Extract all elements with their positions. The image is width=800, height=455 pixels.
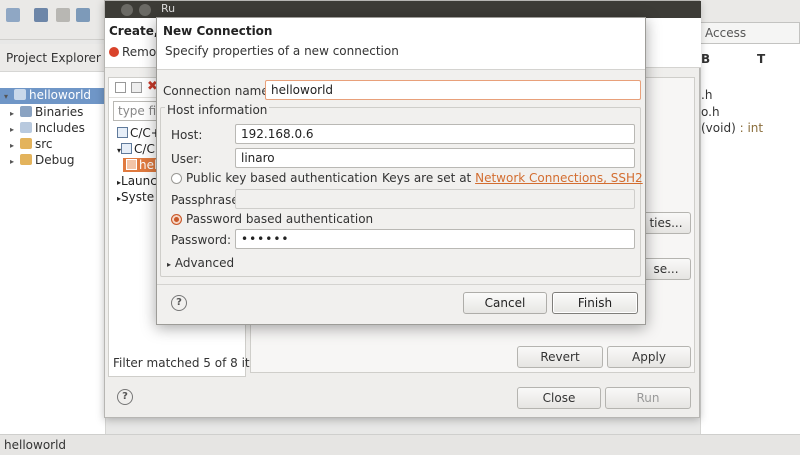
cancel-button[interactable]: Cancel <box>463 292 547 314</box>
connection-name-label: Connection name: <box>163 84 273 98</box>
tree-item-src[interactable]: ▸ src <box>10 137 53 153</box>
password-auth-label: Password based authentication <box>186 212 374 226</box>
new-config-icon[interactable] <box>115 82 126 93</box>
user-field[interactable]: linaro <box>235 148 635 168</box>
passphrase-field[interactable] <box>235 189 635 209</box>
advanced-expander[interactable]: ▸ Advanced <box>167 256 234 270</box>
outline-panel: B T .h o.h (void) : int <box>700 44 800 434</box>
run-dialog-title: Ru <box>161 2 176 15</box>
help-icon[interactable]: ? <box>171 295 187 311</box>
c-config-icon <box>126 159 137 170</box>
print-icon[interactable] <box>56 8 70 22</box>
properties-button[interactable]: ties... <box>641 212 691 234</box>
passphrase-label: Passphrase: <box>171 193 243 207</box>
project-explorer-tab[interactable]: Project Explorer <box>0 44 106 72</box>
outline-item[interactable]: o.h <box>701 105 720 119</box>
outline-toolbar-t[interactable]: T <box>757 52 765 66</box>
apply-button[interactable]: Apply <box>607 346 691 368</box>
close-button[interactable]: Close <box>517 387 601 409</box>
advanced-label: Advanced <box>174 256 235 270</box>
config-type-label: Syste <box>121 190 155 204</box>
outline-toolbar-b[interactable]: B <box>701 52 710 66</box>
outline-item[interactable]: (void) : int <box>701 121 763 135</box>
public-key-auth-radio[interactable] <box>171 173 182 184</box>
new-icon[interactable] <box>6 8 20 22</box>
footer-separator <box>157 284 645 285</box>
tree-item-debug[interactable]: ▸ Debug <box>10 153 74 169</box>
expand-arrow-icon: ▸ <box>167 260 172 269</box>
help-icon[interactable]: ? <box>117 389 133 405</box>
project-icon <box>14 89 26 100</box>
status-bar: helloworld <box>0 434 800 455</box>
expand-arrow-icon[interactable]: ▸ <box>10 109 20 118</box>
tree-item-label: Binaries <box>35 105 84 119</box>
keys-info-text: Keys are set at <box>382 171 472 185</box>
config-type-launch-group[interactable]: ▸Launc <box>117 174 157 188</box>
password-auth-radio[interactable] <box>171 214 182 225</box>
public-key-auth-label: Public key based authentication <box>186 171 378 185</box>
duplicate-config-icon[interactable] <box>131 82 142 93</box>
project-explorer-tab-label: Project Explorer <box>6 51 101 65</box>
connection-dialog-subtitle: Specify properties of a new connection <box>165 44 399 58</box>
run-dialog-heading: Create, <box>109 24 159 38</box>
folder-icon <box>20 138 32 149</box>
browse-button[interactable]: se... <box>641 258 691 280</box>
close-window-icon[interactable] <box>121 4 133 16</box>
outline-item-name: (void) <box>701 121 736 135</box>
expand-arrow-icon[interactable]: ▸ <box>10 141 20 150</box>
password-label: Password: <box>171 233 232 247</box>
tree-item-helloworld[interactable]: ▾ helloworld <box>0 88 106 104</box>
error-icon <box>109 47 119 57</box>
user-label: User: <box>171 152 203 166</box>
revert-button[interactable]: Revert <box>517 346 603 368</box>
tree-item-binaries[interactable]: ▸ Binaries <box>10 105 83 121</box>
run-dialog-titlebar: Ru <box>105 1 701 18</box>
host-label: Host: <box>171 128 203 142</box>
run-button[interactable]: Run <box>605 387 691 409</box>
binaries-icon <box>20 106 32 117</box>
quick-access-field[interactable]: Access <box>696 22 800 44</box>
status-text: helloworld <box>4 438 67 452</box>
c-app-icon <box>117 127 128 138</box>
debug-icon[interactable] <box>76 8 90 22</box>
tree-item-label: Debug <box>35 153 75 167</box>
host-information-label: Host information <box>165 103 270 117</box>
config-type-label: Launc <box>121 174 157 188</box>
minimize-window-icon[interactable] <box>139 4 151 16</box>
save-icon[interactable] <box>34 8 48 22</box>
folder-icon <box>20 154 32 165</box>
tree-item-label: src <box>35 137 53 151</box>
keys-info: Keys are set at Network Connections, SSH… <box>382 171 643 185</box>
password-field[interactable]: •••••• <box>235 229 635 249</box>
config-type-system[interactable]: ▸Syste <box>117 190 154 204</box>
host-field[interactable]: 192.168.0.6 <box>235 124 635 144</box>
c-remote-icon <box>121 143 133 154</box>
network-connections-link[interactable]: Network Connections, SSH2 <box>475 171 643 185</box>
outline-item[interactable]: .h <box>701 88 712 102</box>
tree-item-label: helloworld <box>29 88 92 102</box>
finish-button[interactable]: Finish <box>552 292 638 314</box>
filter-status-text: Filter matched 5 of 8 item <box>113 356 269 370</box>
includes-icon <box>20 122 32 133</box>
project-explorer-panel: Project Explorer ▾ helloworld ▸ Binaries ▸… <box>0 44 106 434</box>
expand-arrow-icon[interactable]: ▸ <box>10 125 20 134</box>
outline-item-type: : int <box>739 121 764 135</box>
connection-name-field[interactable]: helloworld <box>265 80 641 100</box>
tree-item-includes[interactable]: ▸ Includes <box>10 121 85 137</box>
connection-dialog-title: New Connection <box>163 24 273 38</box>
expand-arrow-icon[interactable]: ▸ <box>10 157 20 166</box>
tree-item-label: Includes <box>35 121 85 135</box>
new-connection-dialog: New Connection Specify properties of a n… <box>156 17 646 325</box>
collapse-arrow-icon[interactable]: ▾ <box>4 92 14 101</box>
connection-dialog-header: New Connection Specify properties of a n… <box>157 18 645 70</box>
